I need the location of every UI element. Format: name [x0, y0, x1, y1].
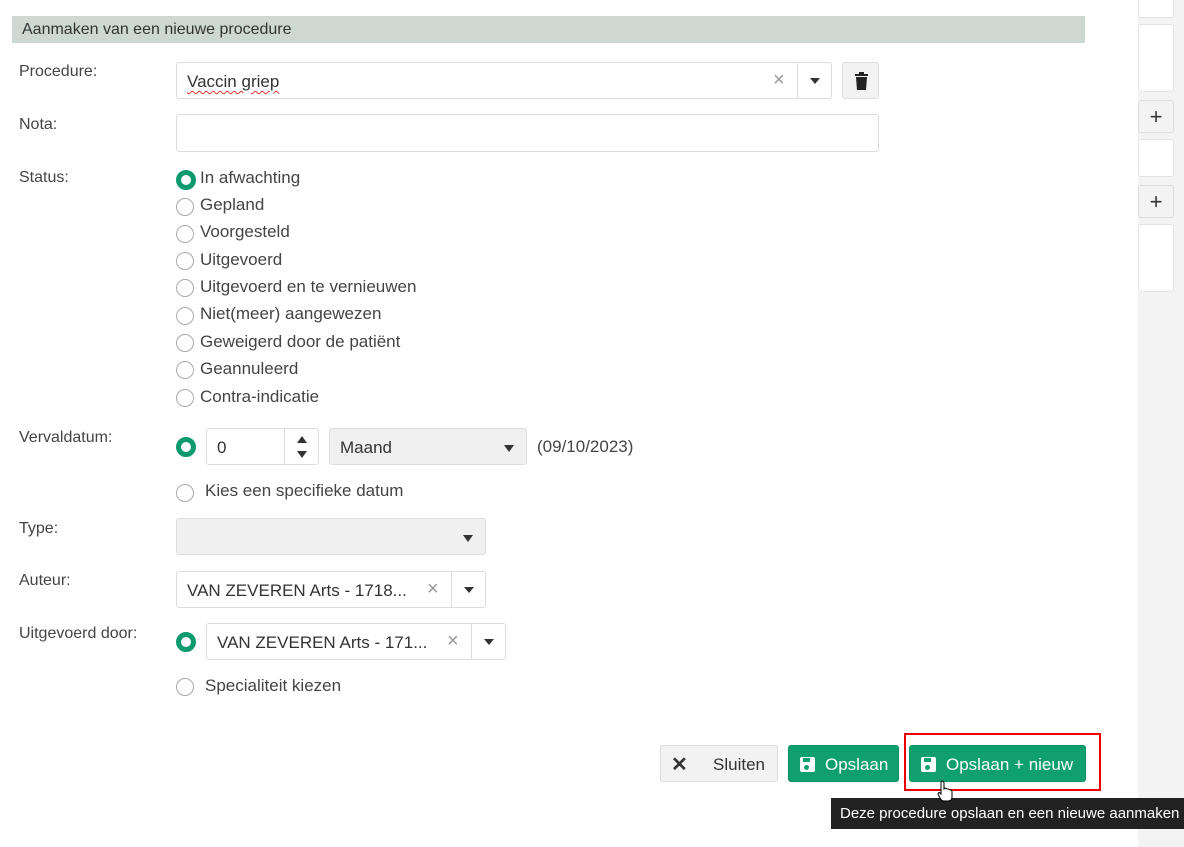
save-button[interactable]: Opslaan [788, 745, 899, 782]
status-option-label: Geweigerd door de patiënt [200, 332, 401, 351]
vervaldatum-unit-select[interactable]: Maand [329, 428, 527, 465]
status-label: Status: [19, 169, 69, 186]
uitgevoerd-door-select[interactable]: VAN ZEVEREN Arts - 171... × [206, 623, 506, 660]
vervaldatum-label: Vervaldatum: [19, 429, 113, 446]
uitgevoerd-door-value: VAN ZEVEREN Arts - 171... [217, 633, 428, 652]
stepper-arrows[interactable] [284, 429, 318, 464]
uitgevoerd-door-person-radio[interactable] [176, 632, 196, 652]
vervaldatum-unit-value: Maand [340, 438, 392, 457]
right-panel-card [1138, 24, 1174, 92]
arrow-down-icon[interactable] [297, 451, 307, 458]
tooltip: Deze procedure opslaan en een nieuwe aan… [831, 798, 1184, 829]
auteur-label: Auteur: [19, 572, 71, 589]
vervaldatum-relative-radio[interactable] [176, 437, 196, 457]
auteur-value: VAN ZEVEREN Arts - 1718... [187, 581, 407, 600]
close-button[interactable]: ✕ Sluiten [660, 745, 778, 782]
status-radio-geannuleerd[interactable] [176, 361, 194, 379]
save-icon [800, 757, 815, 772]
specialiteit-label: Specialiteit kiezen [205, 676, 342, 695]
status-option-label: Geannuleerd [200, 359, 299, 378]
form-header: Aanmaken van een nieuwe procedure [12, 16, 1085, 43]
nota-input[interactable] [176, 114, 879, 152]
clear-icon[interactable]: × [773, 69, 785, 92]
status-option-label: Contra-indicatie [200, 387, 320, 406]
chevron-down-icon[interactable] [471, 624, 505, 659]
page-title: Aanmaken van een nieuwe procedure [22, 21, 292, 38]
highlight-box [904, 733, 1101, 791]
save-button-label: Opslaan [825, 755, 889, 774]
right-panel-add-button[interactable]: + [1138, 100, 1174, 133]
clear-icon[interactable]: × [427, 578, 439, 601]
type-label: Type: [19, 520, 59, 537]
status-radio-in-afwachting[interactable] [176, 170, 196, 190]
hand-cursor-icon [937, 780, 953, 802]
status-radio-voorgesteld[interactable] [176, 225, 194, 243]
computed-date: (09/10/2023) [537, 437, 634, 456]
right-panel-add-button[interactable]: + [1138, 185, 1174, 218]
arrow-up-icon[interactable] [297, 436, 307, 443]
vervaldatum-specific-label: Kies een specifieke datum [205, 481, 404, 500]
vervaldatum-specific-radio[interactable] [176, 484, 194, 502]
status-radio-uitgevoerd[interactable] [176, 252, 194, 270]
status-radio-niet-aangewezen[interactable] [176, 307, 194, 325]
status-radio-gepland[interactable] [176, 198, 194, 216]
close-button-label: Sluiten [713, 755, 765, 774]
tooltip-text: Deze procedure opslaan en een nieuwe aan… [840, 805, 1180, 822]
status-option-label: Uitgevoerd en te vernieuwen [200, 277, 417, 296]
status-radio-contra-indicatie[interactable] [176, 389, 194, 407]
procedure-label: Procedure: [19, 63, 98, 80]
specialiteit-radio[interactable] [176, 678, 194, 696]
vervaldatum-amount-stepper[interactable]: 0 [206, 428, 319, 465]
right-panel-card [1138, 139, 1174, 177]
right-panel-card [1138, 224, 1174, 292]
chevron-down-icon[interactable] [797, 63, 831, 98]
close-icon: ✕ [671, 754, 688, 776]
trash-icon [855, 72, 868, 90]
right-panel-card [1138, 0, 1174, 18]
vervaldatum-amount-value: 0 [217, 438, 227, 457]
status-option-label: Uitgevoerd [200, 250, 283, 269]
chevron-down-icon [463, 535, 473, 542]
delete-button[interactable] [842, 62, 879, 99]
clear-icon[interactable]: × [447, 630, 459, 653]
procedure-select[interactable]: Vaccin griep × [176, 62, 832, 99]
status-radio-geweigerd[interactable] [176, 334, 194, 352]
nota-label: Nota: [19, 116, 58, 133]
status-option-label: Niet(meer) aangewezen [200, 304, 382, 323]
status-option-label: Gepland [200, 195, 265, 214]
auteur-select[interactable]: VAN ZEVEREN Arts - 1718... × [176, 571, 486, 608]
status-option-label: In afwachting [200, 168, 301, 187]
chevron-down-icon [504, 445, 514, 452]
type-select[interactable] [176, 518, 486, 555]
chevron-down-icon[interactable] [451, 572, 485, 607]
uitgevoerd-door-label: Uitgevoerd door: [19, 625, 138, 642]
status-option-label: Voorgesteld [200, 222, 290, 241]
status-radio-uitgevoerd-vernieuwen[interactable] [176, 279, 194, 297]
procedure-value: Vaccin griep [187, 72, 280, 91]
